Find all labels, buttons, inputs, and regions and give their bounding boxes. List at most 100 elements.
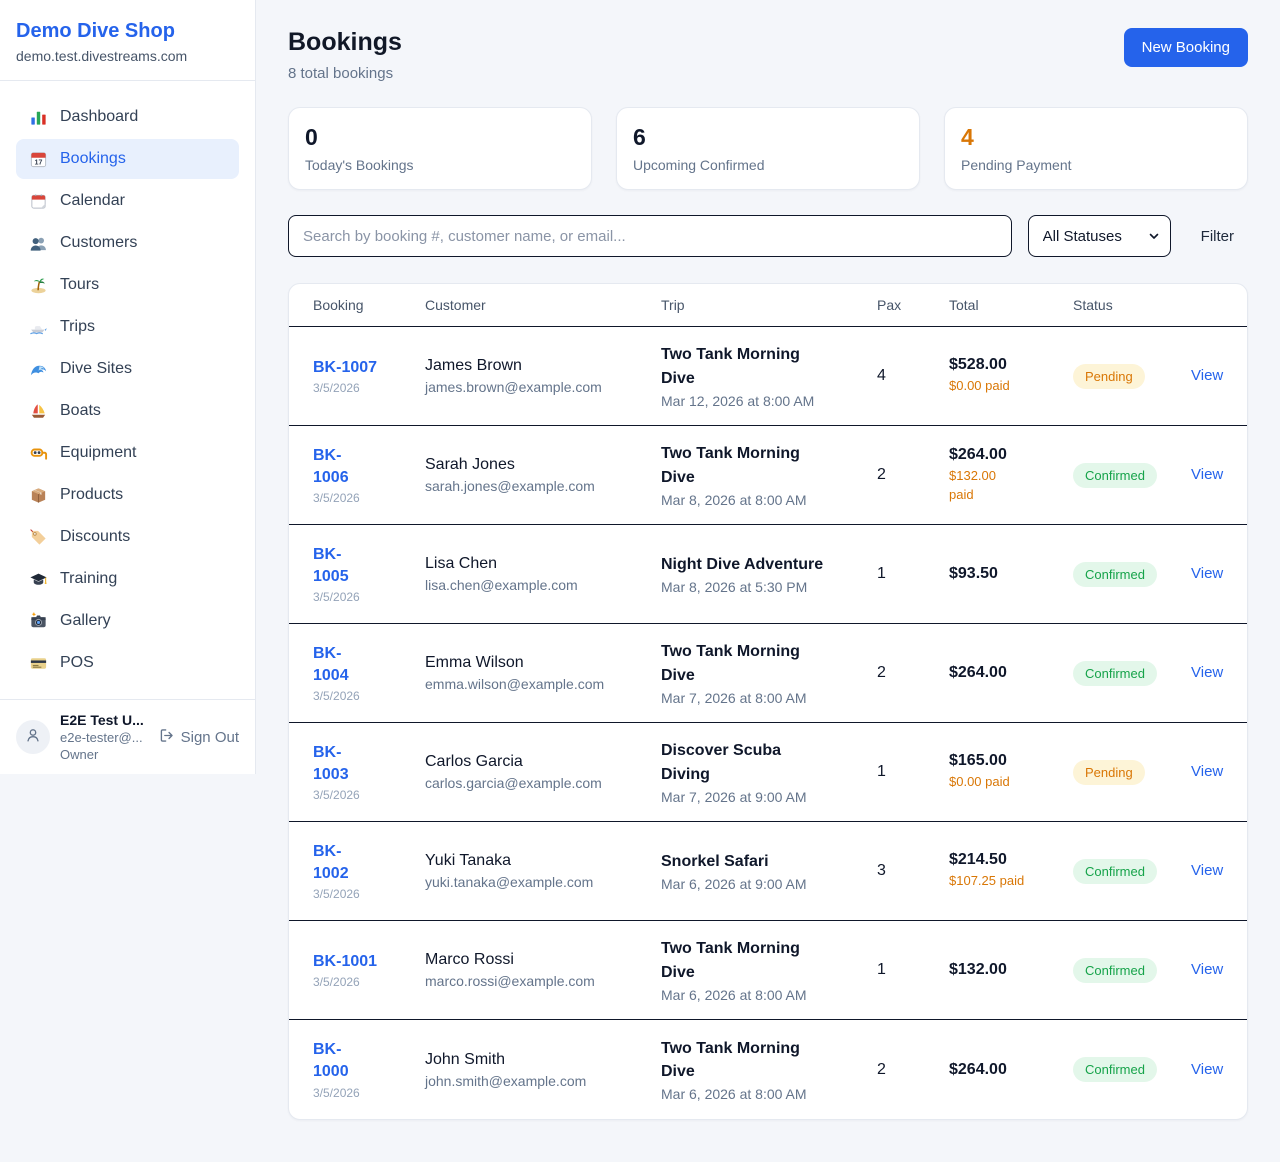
status-select[interactable]: All Statuses <box>1028 215 1171 257</box>
pax-count: 4 <box>877 367 949 385</box>
main-content: Bookings 8 total bookings New Booking 0 … <box>256 0 1280 1120</box>
customer-email: emma.wilson@example.com <box>425 676 661 692</box>
user-icon <box>24 726 42 749</box>
sign-out-button[interactable]: Sign Out <box>158 727 239 748</box>
pax-count: 1 <box>877 565 949 583</box>
sidebar-item-label: Customers <box>60 234 137 252</box>
view-link[interactable]: View <box>1191 565 1223 582</box>
customer-name: Yuki Tanaka <box>425 852 661 870</box>
sidebar-item-products[interactable]: Products <box>16 475 239 515</box>
tours-icon <box>28 275 48 295</box>
sidebar-item-dive-sites[interactable]: Dive Sites <box>16 349 239 389</box>
booking-id-link[interactable]: BK-1007 <box>313 357 377 379</box>
page-title: Bookings <box>288 28 402 57</box>
pos-icon <box>28 653 48 673</box>
sidebar-item-discounts[interactable]: Discounts <box>16 517 239 557</box>
booking-id-link[interactable]: BK-1005 <box>313 544 349 587</box>
trip-name: Snorkel Safari <box>661 850 827 873</box>
trip-time: Mar 8, 2026 at 5:30 PM <box>661 579 877 595</box>
sidebar-item-equipment[interactable]: Equipment <box>16 433 239 473</box>
filter-button[interactable]: Filter <box>1187 228 1248 245</box>
sidebar-item-calendar[interactable]: Calendar <box>16 181 239 221</box>
sidebar-item-label: Trips <box>60 318 95 336</box>
view-link[interactable]: View <box>1191 763 1223 780</box>
sidebar-item-pos[interactable]: POS <box>16 643 239 683</box>
view-link[interactable]: View <box>1191 367 1223 384</box>
booking-date: 3/5/2026 <box>313 381 425 395</box>
customers-icon <box>28 233 48 253</box>
stat-card-upcoming-confirmed: 6 Upcoming Confirmed <box>616 107 920 190</box>
sidebar-item-label: Boats <box>60 402 101 420</box>
view-link[interactable]: View <box>1191 466 1223 483</box>
total-amount: $93.50 <box>949 565 1073 583</box>
view-link[interactable]: View <box>1191 1061 1223 1078</box>
column-header-pax: Pax <box>877 297 949 313</box>
sidebar-item-label: Training <box>60 570 117 588</box>
sidebar-item-training[interactable]: Training <box>16 559 239 599</box>
bookings-table: Booking Customer Trip Pax Total Status B… <box>288 283 1248 1120</box>
user-email: e2e-tester@... <box>60 730 158 745</box>
total-amount: $165.00 <box>949 752 1073 770</box>
booking-id-link[interactable]: BK-1002 <box>313 841 349 884</box>
trip-time: Mar 12, 2026 at 8:00 AM <box>661 393 877 409</box>
view-link[interactable]: View <box>1191 862 1223 879</box>
customer-name: John Smith <box>425 1051 661 1069</box>
status-badge: Confirmed <box>1073 661 1157 686</box>
sidebar-item-customers[interactable]: Customers <box>16 223 239 263</box>
sidebar-footer: E2E Test U... e2e-tester@... Owner Sign … <box>0 699 255 774</box>
booking-id-link[interactable]: BK-1003 <box>313 742 349 785</box>
customer-email: lisa.chen@example.com <box>425 577 661 593</box>
status-badge: Confirmed <box>1073 463 1157 488</box>
sidebar-item-bookings[interactable]: 17 Bookings <box>16 139 239 179</box>
booking-id-link[interactable]: BK-1004 <box>313 643 349 686</box>
stats-cards: 0 Today's Bookings 6 Upcoming Confirmed … <box>288 107 1248 190</box>
sidebar-item-gallery[interactable]: Gallery <box>16 601 239 641</box>
trip-time: Mar 6, 2026 at 8:00 AM <box>661 1086 877 1102</box>
view-link[interactable]: View <box>1191 664 1223 681</box>
sidebar-item-trips[interactable]: Trips <box>16 307 239 347</box>
sign-out-icon <box>158 727 175 748</box>
booking-id-link[interactable]: BK-1006 <box>313 445 349 488</box>
stat-label: Upcoming Confirmed <box>633 157 903 173</box>
sidebar-item-dashboard[interactable]: Dashboard <box>16 97 239 137</box>
paid-amount: $0.00 paid <box>949 377 1073 395</box>
table-header: Booking Customer Trip Pax Total Status <box>289 284 1247 327</box>
sign-out-label: Sign Out <box>181 729 239 746</box>
sidebar-item-label: Products <box>60 486 123 504</box>
sidebar-item-label: POS <box>60 654 94 672</box>
view-link[interactable]: View <box>1191 961 1223 978</box>
gallery-icon <box>28 611 48 631</box>
booking-id-link[interactable]: BK-1000 <box>313 1039 349 1082</box>
brand: Demo Dive Shop demo.test.divestreams.com <box>0 0 255 81</box>
column-header-status: Status <box>1073 297 1191 313</box>
booking-date: 3/5/2026 <box>313 1086 425 1100</box>
customer-email: yuki.tanaka@example.com <box>425 874 661 890</box>
calendar-icon <box>28 191 48 211</box>
status-badge: Pending <box>1073 364 1145 389</box>
brand-name[interactable]: Demo Dive Shop <box>16 20 239 43</box>
sidebar-item-tours[interactable]: Tours <box>16 265 239 305</box>
booking-id-link[interactable]: BK-1001 <box>313 951 377 973</box>
equipment-icon <box>28 443 48 463</box>
trip-name: Night Dive Adventure <box>661 553 827 576</box>
sidebar-item-label: Dive Sites <box>60 360 132 378</box>
bookings-icon: 17 <box>28 149 48 169</box>
table-row: BK-1000 3/5/2026 John Smith john.smith@e… <box>289 1020 1247 1119</box>
customer-name: Marco Rossi <box>425 951 661 969</box>
search-input[interactable] <box>288 215 1012 257</box>
products-icon <box>28 485 48 505</box>
new-booking-button[interactable]: New Booking <box>1124 28 1248 67</box>
stat-value: 6 <box>633 124 903 151</box>
table-row: BK-1001 3/5/2026 Marco Rossi marco.rossi… <box>289 921 1247 1020</box>
training-icon <box>28 569 48 589</box>
total-amount: $214.50 <box>949 851 1073 869</box>
sidebar-item-boats[interactable]: Boats <box>16 391 239 431</box>
column-header-customer: Customer <box>425 297 661 313</box>
total-amount: $264.00 <box>949 1061 1073 1079</box>
total-amount: $132.00 <box>949 961 1073 979</box>
customer-name: James Brown <box>425 357 661 375</box>
table-row: BK-1005 3/5/2026 Lisa Chen lisa.chen@exa… <box>289 525 1247 624</box>
pax-count: 3 <box>877 862 949 880</box>
customer-name: Emma Wilson <box>425 654 661 672</box>
pax-count: 1 <box>877 763 949 781</box>
